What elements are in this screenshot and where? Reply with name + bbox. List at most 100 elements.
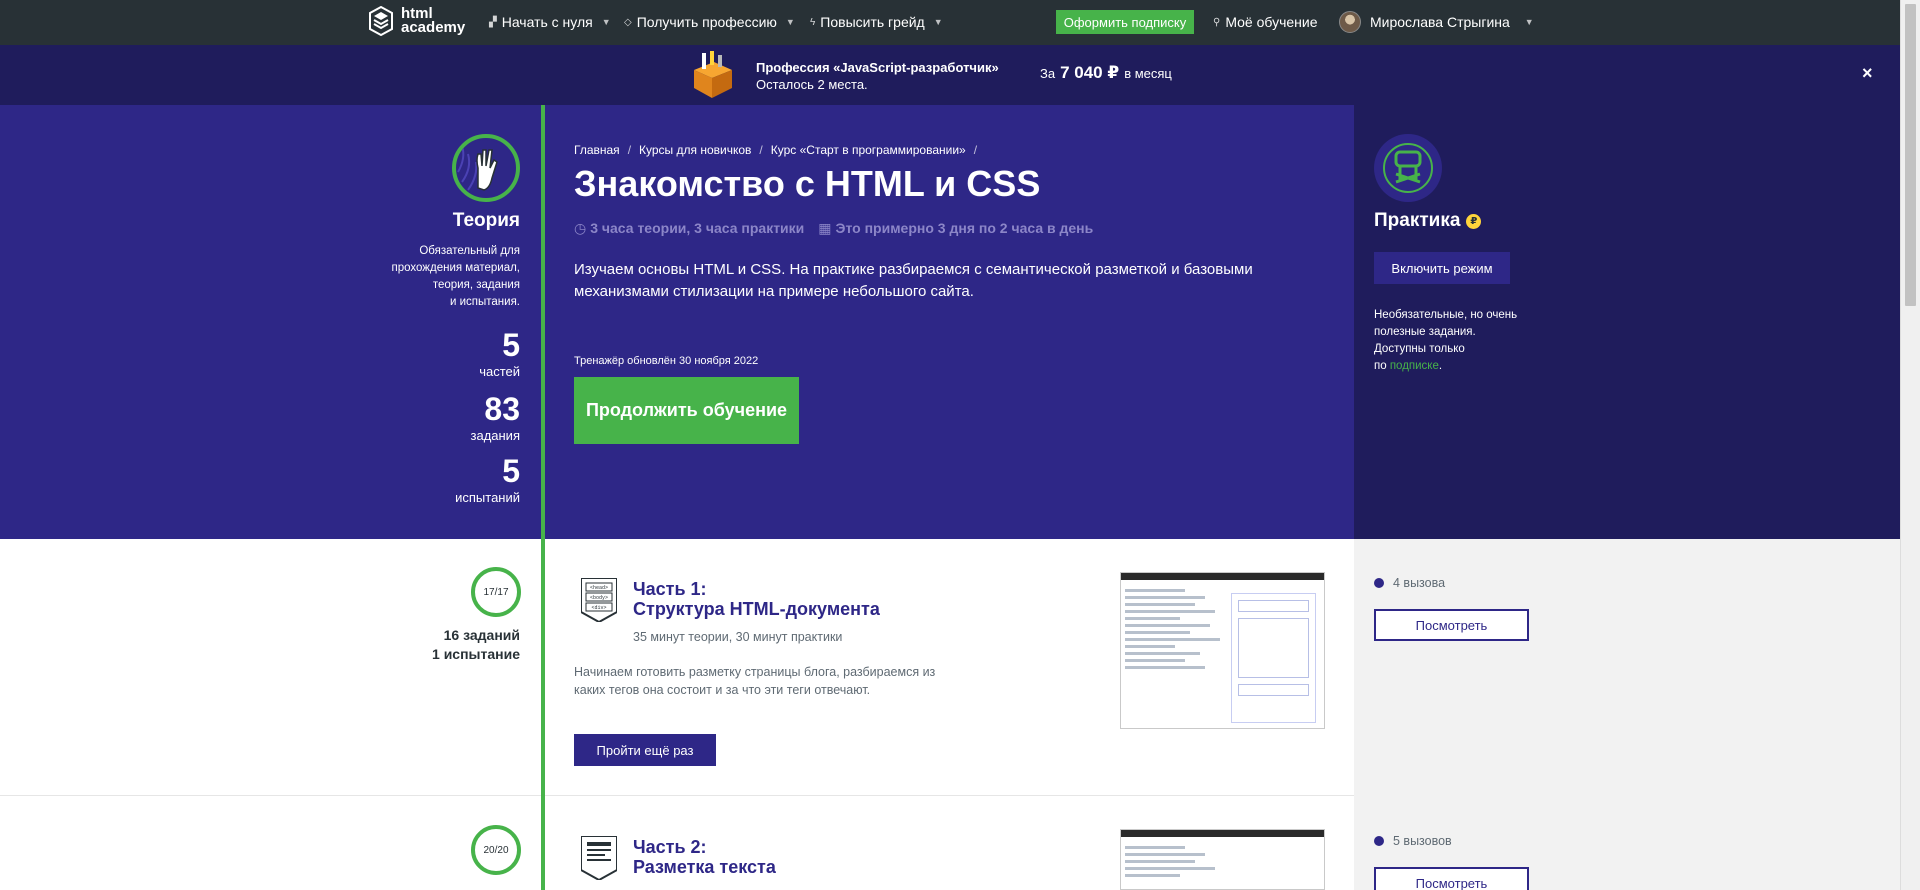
clock-icon: ◷ — [574, 220, 587, 236]
enable-mode-button[interactable]: Включить режим — [1374, 252, 1510, 284]
bullet-icon — [1374, 578, 1384, 588]
tag-label: <body> — [590, 595, 608, 601]
nav-my-learning[interactable]: ⚲ Моё обучение — [1213, 14, 1318, 30]
theory-hand-icon — [452, 134, 520, 202]
logo-line-2: academy — [401, 19, 466, 36]
part-description: Начинаем готовить разметку страницы блог… — [574, 665, 936, 697]
part-trials: 1 испытание — [432, 646, 520, 662]
breadcrumb: Главная / Курсы для новичков / Курс «Ста… — [574, 143, 977, 157]
coin-icon: ₽ — [1466, 213, 1482, 229]
chevron-down-icon: ▼ — [601, 17, 611, 27]
signal-icon: ▞ — [489, 16, 497, 28]
box-illustration-icon — [694, 51, 732, 98]
stat-trials-value: 5 — [502, 453, 520, 489]
theory-desc-line: теория, задания — [432, 279, 520, 291]
part-number: Часть 1: — [633, 579, 707, 599]
nav-profession-label: Получить профессию — [636, 14, 777, 30]
practice-fist-icon — [1374, 134, 1442, 202]
meta-time: ◷ 3 часа теории, 3 часа практики — [574, 220, 804, 237]
nav-grade-label: Повысить грейд — [820, 14, 925, 30]
view-challenges-button[interactable]: Посмотреть — [1374, 609, 1529, 641]
breadcrumb-course[interactable]: Курс «Старт в программировании» — [771, 143, 966, 157]
stat-trials-label: испытаний — [455, 490, 520, 505]
stat-parts-label: частей — [479, 364, 520, 379]
part-number: Часть 2: — [633, 837, 707, 857]
preview-code — [1125, 585, 1225, 673]
preview-code — [1125, 842, 1225, 881]
calendar-icon: ▦ — [818, 220, 832, 236]
meta-time-text: 3 часа теории, 3 часа практики — [590, 220, 805, 236]
progress-timeline — [541, 105, 545, 890]
divider — [0, 795, 1354, 796]
diamond-icon: ◇ — [624, 16, 632, 28]
chevron-down-icon: ▼ — [785, 17, 795, 27]
theory-desc-line: прохождения материал, — [391, 262, 520, 274]
part-title[interactable]: Разметка текста — [633, 857, 776, 878]
part-tasks: 16 заданий — [443, 627, 520, 643]
practice-desc-suffix: . — [1438, 360, 1443, 372]
challenges-count: 5 вызовов — [1393, 834, 1452, 848]
promo-title: Профессия «JavaScript-разработчик» — [756, 60, 999, 75]
page-title: Знакомство с HTML и CSS — [574, 163, 1041, 204]
theory-description: Обязательный для прохождения материал, т… — [380, 243, 520, 311]
practice-description: Необязательные, но очень полезные задани… — [1374, 307, 1534, 375]
stat-tasks-value: 83 — [484, 391, 520, 427]
part-progress-badge: 20/20 — [471, 825, 521, 875]
stat-tasks-label: задания — [470, 428, 521, 443]
tag-label: <div> — [591, 605, 606, 611]
user-name: Мирослава Стрыгина — [1370, 14, 1510, 30]
breadcrumb-separator: / — [759, 143, 763, 157]
nav-start-label: Начать с нуля — [501, 14, 593, 30]
scrollbar-thumb[interactable] — [1905, 4, 1916, 306]
user-menu[interactable]: Мирослава Стрыгина ▼ — [1339, 11, 1534, 33]
subscribe-button[interactable]: Оформить подписку — [1056, 10, 1194, 34]
nav-start-from-zero[interactable]: ▞ Начать с нуля ▼ — [489, 14, 611, 30]
part-preview-screenshot[interactable] — [1120, 572, 1325, 729]
promo-banner[interactable]: Профессия «JavaScript-разработчик» Остал… — [0, 45, 1900, 105]
part-challenges: 4 вызова — [1374, 576, 1445, 590]
retry-part-button[interactable]: Пройти ещё раз — [574, 734, 716, 766]
subscription-link[interactable]: подписке — [1390, 360, 1439, 372]
nav-raise-grade[interactable]: ϟ Повысить грейд ▼ — [810, 14, 943, 30]
price-prefix: За — [1040, 66, 1056, 81]
theory-desc-line: и испытания. — [449, 296, 520, 308]
preview-titlebar — [1121, 830, 1324, 837]
site-logo[interactable]: html academy — [369, 6, 465, 36]
theory-desc-line: Обязательный для — [419, 245, 520, 257]
stat-parts-value: 5 — [502, 327, 520, 363]
top-navigation: html academy ▞ Начать с нуля ▼ ◇ Получит… — [0, 0, 1900, 45]
close-icon[interactable]: × — [1862, 63, 1873, 84]
chevron-down-icon: ▼ — [933, 17, 943, 27]
theory-title: Теория — [452, 210, 520, 231]
price-value: 7 040 ₽ — [1060, 63, 1120, 82]
part-duration: 35 минут теории, 30 минут практики — [633, 630, 843, 644]
page-scrollbar[interactable] — [1900, 0, 1920, 890]
practice-desc-line: Доступны только — [1374, 343, 1465, 355]
preview-titlebar — [1121, 573, 1324, 580]
challenges-count: 4 вызова — [1393, 576, 1446, 590]
continue-learning-button[interactable]: Продолжить обучение — [574, 377, 799, 444]
chart-icon: ⚲ — [1213, 16, 1221, 28]
avatar — [1339, 11, 1361, 33]
logo-text: html academy — [401, 6, 466, 36]
practice-desc-line: полезные задания. — [1374, 326, 1476, 338]
part-title[interactable]: Структура HTML-документа — [633, 599, 880, 620]
part-preview-screenshot[interactable] — [1120, 829, 1325, 890]
view-challenges-button[interactable]: Посмотреть — [1374, 867, 1529, 890]
meta-schedule: ▦ Это примерно 3 дня по 2 часа в день — [818, 220, 1093, 237]
promo-subtitle: Осталось 2 места. — [756, 77, 868, 92]
html-tags-icon: <head> <body> <div> — [581, 578, 617, 622]
course-description: Изучаем основы HTML и CSS. На практике р… — [574, 261, 1253, 300]
nav-my-learning-label: Моё обучение — [1225, 14, 1318, 30]
price-suffix: в месяц — [1124, 66, 1172, 81]
tag-label: <head> — [590, 585, 608, 591]
promo-price: За 7 040 ₽ в месяц — [1040, 63, 1172, 83]
meta-schedule-text: Это примерно 3 дня по 2 часа в день — [835, 220, 1094, 236]
logo-icon — [369, 6, 393, 36]
breadcrumb-separator: / — [973, 143, 978, 157]
part-stats: 16 заданий 1 испытание — [380, 626, 520, 664]
preview-output — [1231, 593, 1316, 723]
breadcrumb-beginner-courses[interactable]: Курсы для новичков — [639, 143, 751, 157]
breadcrumb-home[interactable]: Главная — [574, 143, 620, 157]
nav-get-profession[interactable]: ◇ Получить профессию ▼ — [624, 14, 795, 30]
